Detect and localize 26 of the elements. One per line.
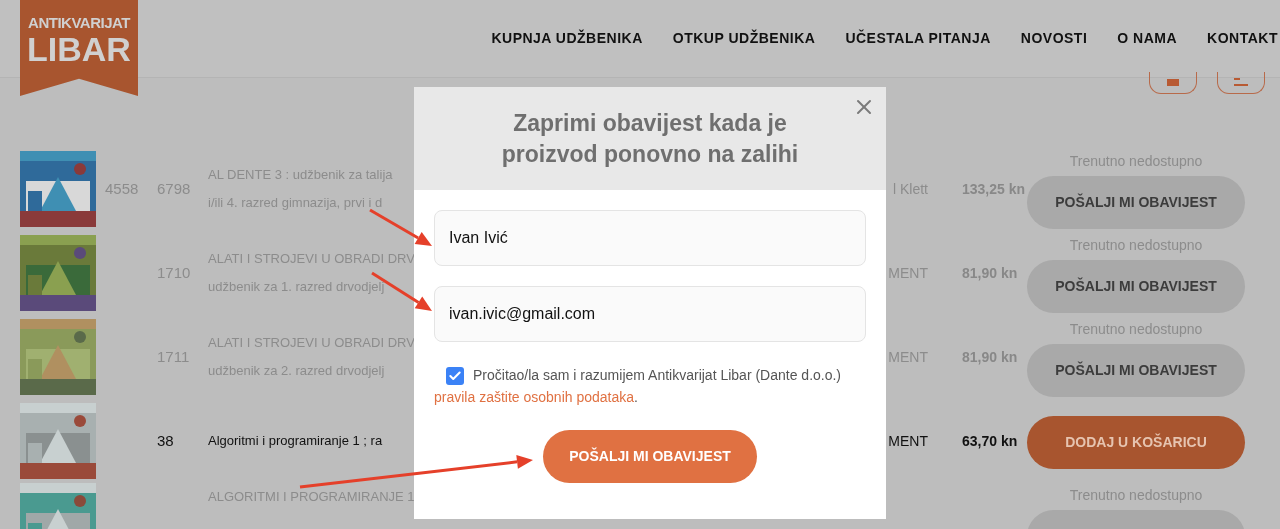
price-text: 63,70 kn <box>962 433 1018 449</box>
book-title: Algoritmi i programiranje 1 ; ra <box>208 432 384 450</box>
logo-name: LIBAR <box>27 31 131 67</box>
notify-button[interactable]: POŠALJI MI OBAVIJEST <box>1027 344 1245 397</box>
text-field[interactable]: Ivan Ivić <box>434 210 866 266</box>
consent-checkbox[interactable] <box>446 367 464 385</box>
nav-link[interactable]: NOVOSTI <box>1020 28 1088 49</box>
check-icon <box>448 369 462 383</box>
dialog-title: Zaprimi obavijest kada je proizvod ponovno na zalihi <box>500 108 800 169</box>
nav-link[interactable]: UČESTALA PITANJA <box>845 28 991 49</box>
list-icon <box>1234 78 1248 87</box>
grid-view-button[interactable] <box>1149 72 1197 94</box>
code-text: 38 <box>157 432 174 449</box>
nav-link[interactable]: OTKUP UDŽBENIKA <box>672 28 816 49</box>
consent-text: Pročitao/la sam i razumijem Antikvarijat Libar (Dante d.o.o.) pravila zaštite osobnih podataka. <box>434 366 843 407</box>
notify-button[interactable]: POŠALJI MI OBAVIJEST <box>1027 260 1245 313</box>
annotation-arrow <box>369 208 432 246</box>
nav-link[interactable]: KUPNJA UDŽBENIKA <box>491 28 643 49</box>
notify-button[interactable]: POŠALJI MI OBAVIJEST <box>1027 176 1245 229</box>
publisher-text: MENT <box>888 431 928 451</box>
logo-small-text: ANTIKVARIJAT <box>28 14 130 31</box>
nav-link[interactable]: O NAMA <box>1117 28 1178 49</box>
text-field[interactable]: ivan.ivic@gmail.com <box>434 286 866 342</box>
nav-link[interactable]: KONTAKT <box>1207 28 1278 49</box>
list-view-button[interactable] <box>1217 72 1265 94</box>
square-icon <box>1167 79 1179 86</box>
